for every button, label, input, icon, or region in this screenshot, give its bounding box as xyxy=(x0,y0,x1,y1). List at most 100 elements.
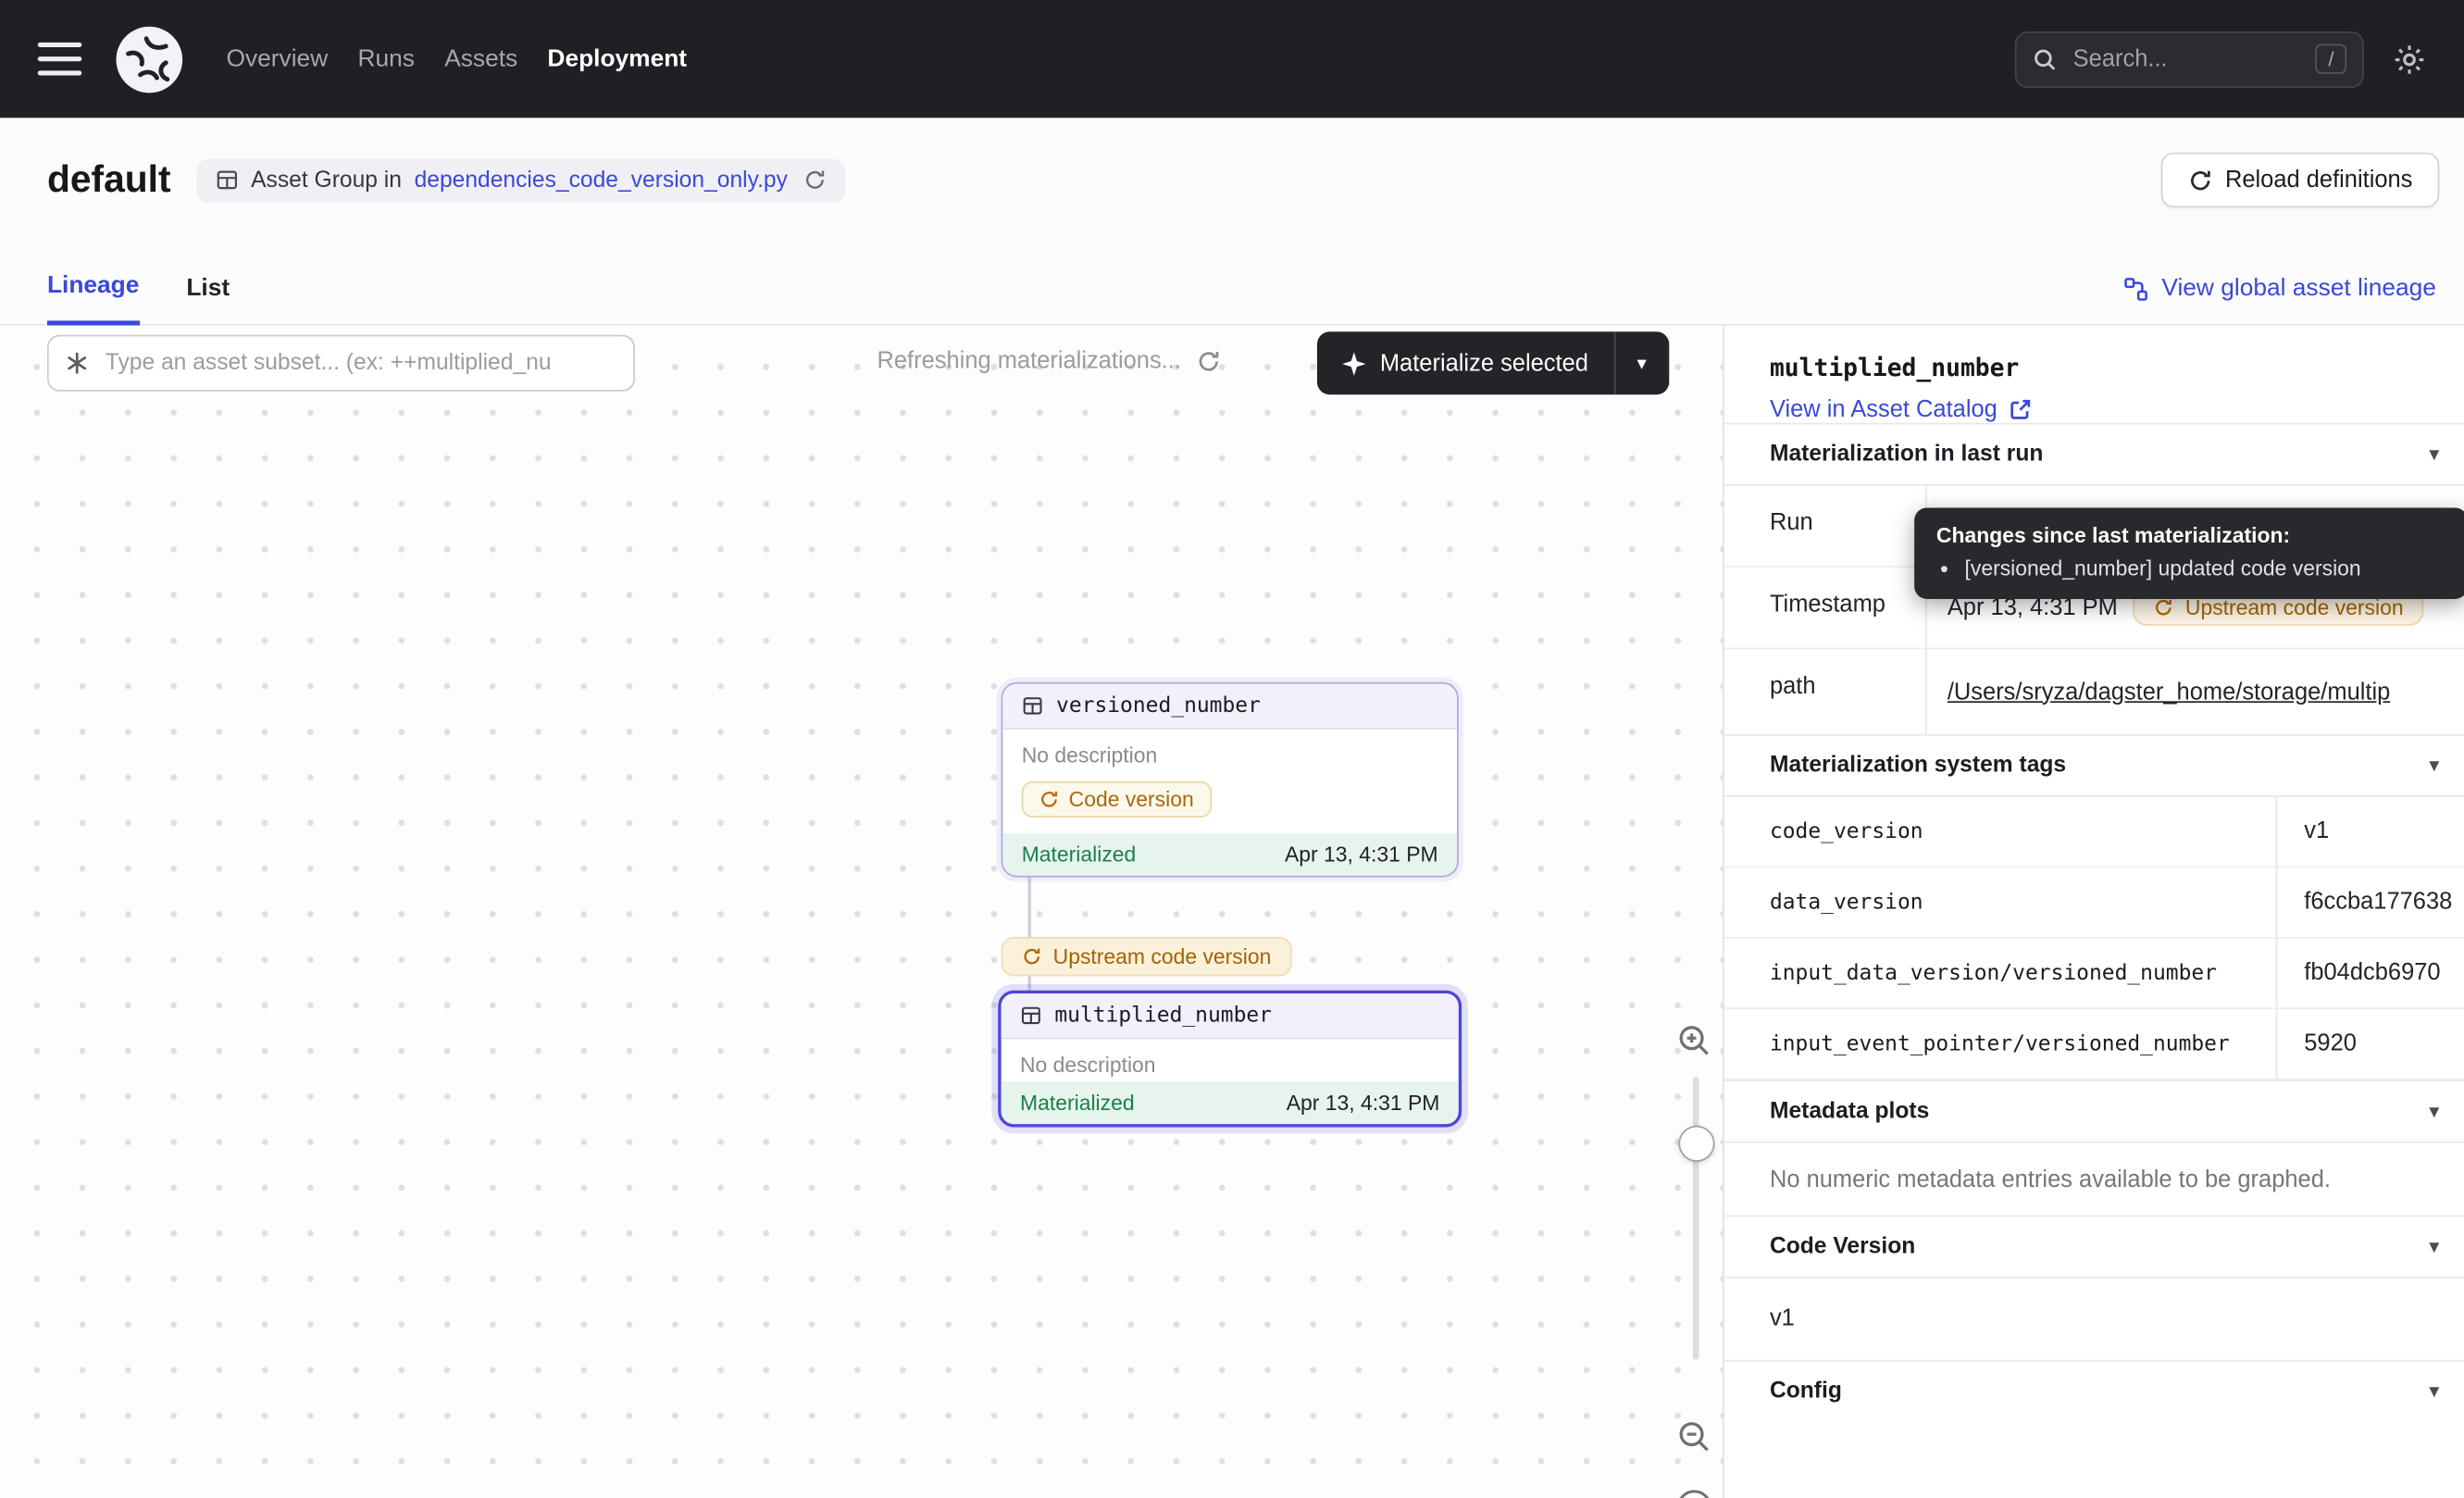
edge-label-chip: Upstream code version xyxy=(1002,937,1292,976)
tag-value: 5920 xyxy=(2276,1009,2464,1079)
node-timestamp: Apr 13, 4:31 PM xyxy=(1287,1091,1440,1114)
section-title: Metadata plots xyxy=(1770,1099,1929,1124)
table-icon xyxy=(1022,695,1044,718)
zoom-slider-thumb[interactable] xyxy=(1678,1126,1714,1162)
code-version-chip-label: Code version xyxy=(1069,788,1194,811)
asset-filter[interactable] xyxy=(47,335,635,392)
tabs-row: Lineage List View global asset lineage xyxy=(0,272,2464,326)
nav-item-assets[interactable]: Assets xyxy=(444,35,517,82)
nav-item-deployment[interactable]: Deployment xyxy=(547,35,687,82)
code-version-chip: Code version xyxy=(1022,781,1212,818)
chevron-down-icon xyxy=(1637,349,1647,378)
top-nav: Overview Runs Assets Deployment / xyxy=(0,0,2464,118)
sync-icon xyxy=(2154,597,2174,618)
asset-node-multiplied-number[interactable]: multiplied_number No description Materia… xyxy=(998,991,1462,1128)
table-icon xyxy=(1020,1005,1042,1027)
search-icon xyxy=(2033,46,2058,71)
tab-list[interactable]: List xyxy=(186,275,230,324)
tag-row: code_version v1 xyxy=(1724,797,2464,868)
tooltip-title: Changes since last materialization: xyxy=(1936,523,2445,546)
row-label: Run xyxy=(1724,486,1925,567)
nav-item-runs[interactable]: Runs xyxy=(357,35,414,82)
view-global-asset-lineage-label: View global asset lineage xyxy=(2161,275,2436,304)
asset-details-panel: multiplied_number View in Asset Catalog … xyxy=(1723,325,2464,1498)
zoom-out-button[interactable] xyxy=(1671,1414,1718,1461)
materialize-dropdown-caret[interactable] xyxy=(1615,331,1669,394)
empty-metadata-note: No numeric metadata entries available to… xyxy=(1724,1142,2464,1216)
panel-title: multiplied_number xyxy=(1724,325,2464,381)
zoom-controls xyxy=(1666,1017,1723,1498)
app-window: Overview Runs Assets Deployment / defaul… xyxy=(0,0,2464,1498)
recenter-graph-button[interactable] xyxy=(1669,1482,1719,1498)
lineage-graph[interactable]: Refreshing materializations... Materiali… xyxy=(0,325,1723,1498)
asset-filter-input[interactable] xyxy=(102,349,617,378)
path-link[interactable]: /Users/sryza/dagster_home/storage/multip xyxy=(1948,679,2390,705)
asset-group-label: Asset Group in xyxy=(251,168,402,193)
row-label: path xyxy=(1724,649,1925,734)
materialize-selected-label: Materialize selected xyxy=(1380,350,1588,377)
row-label: Timestamp xyxy=(1724,568,1925,648)
page-header: default Asset Group in dependencies_code… xyxy=(0,118,2464,325)
settings-gear-icon[interactable] xyxy=(2392,42,2426,76)
sync-icon xyxy=(1022,946,1042,967)
refresh-icon[interactable] xyxy=(1197,348,1222,373)
asset-node-versioned-number[interactable]: versioned_number No description Code ver… xyxy=(1002,682,1459,878)
tag-key: code_version xyxy=(1724,797,2276,867)
node-status: Materialized xyxy=(1020,1091,1135,1114)
search-input[interactable] xyxy=(2070,44,2303,74)
node-name: versioned_number xyxy=(1056,693,1261,718)
materialize-selected-button[interactable]: Materialize selected xyxy=(1317,331,1669,394)
materialization-status: Refreshing materializations... xyxy=(877,347,1222,374)
asset-group-file-link[interactable]: dependencies_code_version_only.py xyxy=(415,168,788,193)
op-selector-icon xyxy=(65,351,90,376)
section-system-tags[interactable]: Materialization system tags xyxy=(1724,734,2464,795)
row-path: path /Users/sryza/dagster_home/storage/m… xyxy=(1724,649,2464,734)
reload-group-icon[interactable] xyxy=(803,169,827,192)
menu-icon[interactable] xyxy=(38,43,82,76)
tag-row: data_version f6ccba177638 xyxy=(1724,868,2464,938)
upstream-code-version-label: Upstream code version xyxy=(2185,596,2404,619)
section-title: Code Version xyxy=(1770,1234,1915,1259)
node-timestamp: Apr 13, 4:31 PM xyxy=(1285,843,1438,866)
tag-row: input_data_version/versioned_number fb04… xyxy=(1724,939,2464,1009)
collapse-caret-icon[interactable] xyxy=(2429,1099,2439,1124)
tab-lineage[interactable]: Lineage xyxy=(47,272,139,326)
section-config[interactable]: Config xyxy=(1724,1360,2464,1421)
collapse-caret-icon[interactable] xyxy=(2429,1234,2439,1259)
asset-group-chip: Asset Group in dependencies_code_version… xyxy=(196,158,846,203)
search-shortcut-hint: / xyxy=(2316,44,2346,74)
zoom-slider[interactable] xyxy=(1693,1077,1699,1360)
lineage-icon xyxy=(2124,277,2149,302)
section-metadata-plots[interactable]: Metadata plots xyxy=(1724,1080,2464,1142)
node-description: No description xyxy=(1002,730,1457,772)
zoom-in-button[interactable] xyxy=(1671,1017,1718,1065)
section-title: Materialization in last run xyxy=(1770,442,2044,467)
tag-key: input_event_pointer/versioned_number xyxy=(1724,1009,2276,1079)
page-title: default xyxy=(47,158,171,203)
reload-definitions-button[interactable]: Reload definitions xyxy=(2160,153,2439,207)
view-in-asset-catalog-link[interactable]: View in Asset Catalog xyxy=(1724,382,2464,423)
sparkle-icon xyxy=(1342,352,1365,375)
tag-row: input_event_pointer/versioned_number 592… xyxy=(1724,1009,2464,1080)
edge-label: Upstream code version xyxy=(1053,944,1272,967)
section-materialization-last-run[interactable]: Materialization in last run xyxy=(1724,423,2464,484)
collapse-caret-icon[interactable] xyxy=(2429,442,2439,467)
node-status: Materialized xyxy=(1022,843,1137,866)
dagster-logo[interactable] xyxy=(113,23,185,95)
changes-tooltip: Changes since last materialization: [ver… xyxy=(1914,507,2464,598)
primary-nav: Overview Runs Assets Deployment xyxy=(227,35,688,82)
global-search[interactable]: / xyxy=(2015,31,2364,87)
collapse-caret-icon[interactable] xyxy=(2429,1379,2439,1404)
tag-value: v1 xyxy=(2276,797,2464,867)
section-code-version[interactable]: Code Version xyxy=(1724,1216,2464,1277)
tag-key: input_data_version/versioned_number xyxy=(1724,939,2276,1008)
view-global-asset-lineage-link[interactable]: View global asset lineage xyxy=(2124,275,2436,324)
nav-item-overview[interactable]: Overview xyxy=(227,35,329,82)
grid-icon xyxy=(215,169,238,192)
refresh-icon xyxy=(2187,168,2212,193)
tag-value: fb04dcb6970 xyxy=(2276,939,2464,1008)
view-in-asset-catalog-label: View in Asset Catalog xyxy=(1770,396,1997,423)
node-name: multiplied_number xyxy=(1054,1003,1272,1028)
collapse-caret-icon[interactable] xyxy=(2429,753,2439,778)
tag-key: data_version xyxy=(1724,868,2276,937)
